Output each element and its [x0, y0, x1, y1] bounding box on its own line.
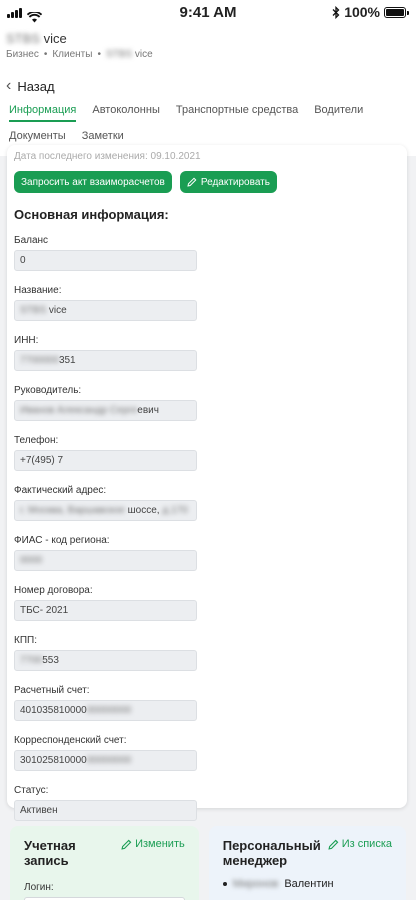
- page-header: STBS vice Бизнес • Клиенты • STBS vice ‹…: [0, 24, 416, 94]
- field-value: ТБС- 2021: [14, 600, 197, 621]
- field-status: Статус: Активен: [14, 785, 400, 821]
- tab-info[interactable]: Информация: [9, 104, 77, 122]
- field-label: Телефон:: [14, 435, 59, 446]
- change-account-link[interactable]: Изменить: [121, 838, 185, 850]
- bottom-cards: Учетная запись Изменить Логин: •••••••••…: [10, 826, 406, 900]
- back-label: Назад: [17, 78, 55, 94]
- pencil-icon: [187, 177, 197, 187]
- field-value: Иванов Александр Сергеевич: [14, 400, 197, 421]
- battery-icon: [384, 6, 409, 18]
- manager-item: Миронов Валентин: [222, 878, 392, 890]
- field-phone: Телефон: +7(495) 7: [14, 435, 400, 471]
- bullet-icon: [222, 882, 227, 886]
- edit-button[interactable]: Редактировать: [179, 171, 277, 193]
- info-card: Дата последнего изменения: 09.10.2021 За…: [7, 145, 407, 821]
- field-director: Руководитель: Иванов Александр Сергеевич: [14, 385, 400, 421]
- field-value: STBS vice: [14, 300, 197, 321]
- battery-percent: 100%: [344, 4, 380, 20]
- request-reconciliation-button[interactable]: Запросить акт взаиморасчетов: [14, 171, 172, 193]
- company-title: STBS vice: [6, 31, 67, 46]
- breadcrumb-business[interactable]: Бизнес: [6, 49, 39, 60]
- field-value: 0000: [14, 550, 197, 571]
- manager-name: Валентин: [284, 878, 334, 890]
- field-label: Расчетный счет:: [14, 685, 90, 696]
- chevron-left-icon: ‹: [6, 77, 12, 94]
- pencil-icon: [121, 839, 132, 850]
- field-settlement-account: Расчетный счет: 40103581000000000000: [14, 685, 400, 721]
- pencil-icon: [328, 839, 339, 850]
- field-value: 30102581000000000000: [14, 750, 197, 771]
- field-kpp: КПП: 7700553: [14, 635, 400, 671]
- status-bar: 9:41 AM 100%: [0, 0, 416, 24]
- back-button[interactable]: ‹ Назад: [6, 78, 402, 94]
- last-updated: Дата последнего изменения: 09.10.2021: [14, 151, 201, 162]
- field-inn: ИНН: 7700000351: [14, 335, 400, 371]
- breadcrumb: Бизнес • Клиенты • STBS vice: [6, 49, 153, 60]
- tab-vehicles[interactable]: Транспортные средства: [176, 104, 298, 130]
- field-label: ФИАС - код региона:: [14, 535, 110, 546]
- from-list-link[interactable]: Из списка: [328, 838, 392, 850]
- field-contract-number: Номер договора: ТБС- 2021: [14, 585, 400, 621]
- field-label: Руководитель:: [14, 385, 82, 396]
- bluetooth-icon: [332, 5, 340, 19]
- field-balance: Баланс 0: [14, 235, 400, 271]
- field-label: ИНН:: [14, 335, 39, 346]
- field-label: Корреспонденский счет:: [14, 735, 127, 746]
- field-label: Фактический адрес:: [14, 485, 107, 496]
- account-title: Учетная запись: [24, 838, 76, 868]
- field-label: Название:: [14, 285, 62, 296]
- login-label: Логин:: [24, 882, 54, 893]
- field-value: 7700553: [14, 650, 197, 671]
- action-bar: Запросить акт взаиморасчетов Редактирова…: [14, 171, 400, 193]
- manager-title: Персональный менеджер: [222, 838, 321, 868]
- field-value: 40103581000000000000: [14, 700, 197, 721]
- field-value: +7(495) 7: [14, 450, 197, 471]
- tab-motorcades[interactable]: Автоколонны: [92, 104, 160, 130]
- section-title: Основная информация:: [14, 207, 169, 222]
- tab-drivers[interactable]: Водители: [314, 104, 363, 130]
- edit-label: Редактировать: [200, 176, 270, 188]
- breadcrumb-current: STBS vice: [105, 49, 153, 60]
- field-value: г. Москва, Варшавское шоссе, д.170: [14, 500, 197, 521]
- field-fias-region: ФИАС - код региона: 0000: [14, 535, 400, 571]
- field-label: Статус:: [14, 785, 49, 796]
- field-label: КПП:: [14, 635, 37, 646]
- field-name: Название: STBS vice: [14, 285, 400, 321]
- field-value: 7700000351: [14, 350, 197, 371]
- manager-card: Персональный менеджер Из списка Миронов …: [208, 826, 406, 900]
- field-label: Баланс: [14, 235, 49, 246]
- field-label: Номер договора:: [14, 585, 93, 596]
- field-address: Фактический адрес: г. Москва, Варшавское…: [14, 485, 400, 521]
- breadcrumb-clients[interactable]: Клиенты: [52, 49, 92, 60]
- field-value: Активен: [14, 800, 197, 821]
- account-card: Учетная запись Изменить Логин: •••••••••…: [10, 826, 199, 900]
- field-value: 0: [14, 250, 197, 271]
- field-correspondent-account: Корреспонденский счет: 30102581000000000…: [14, 735, 400, 771]
